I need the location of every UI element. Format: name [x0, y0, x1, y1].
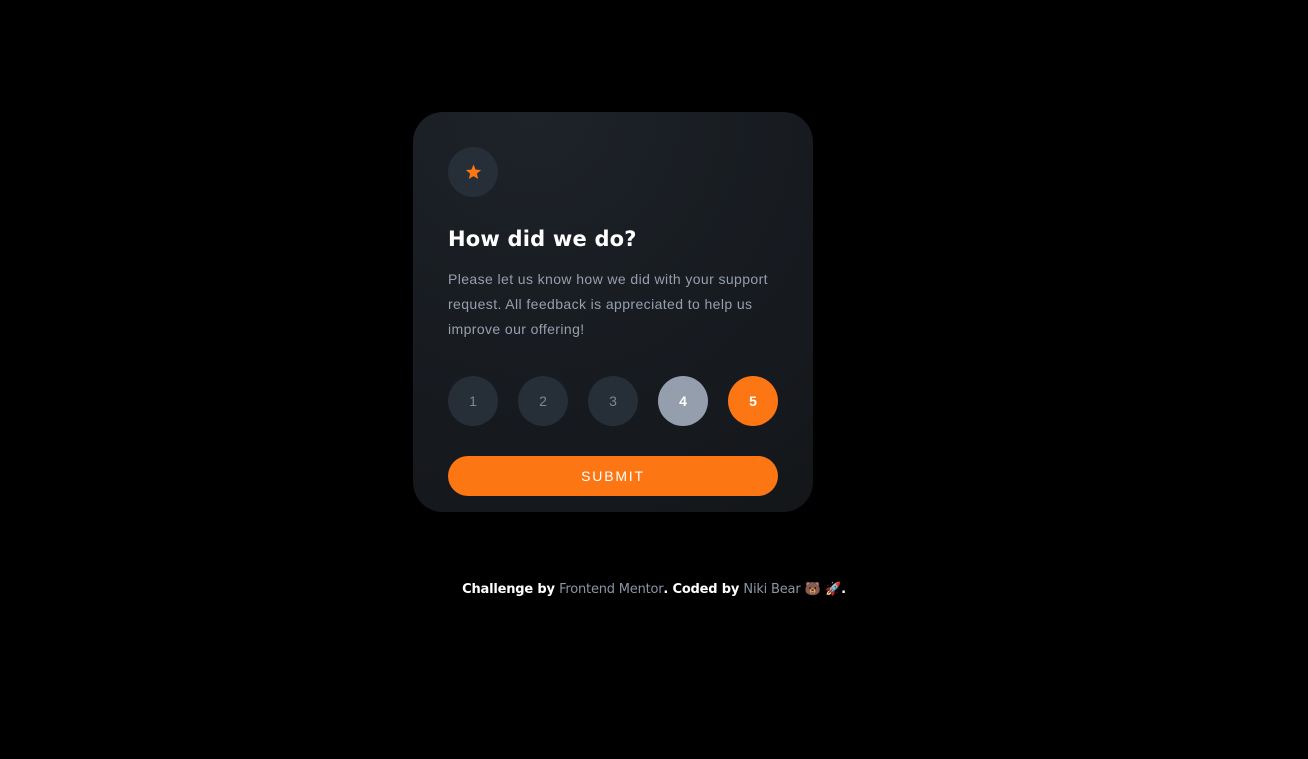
attribution: Challenge by Frontend Mentor. Coded by N…	[0, 582, 1308, 597]
rating-button-3[interactable]: 3	[588, 376, 638, 426]
attribution-emoji: 🐻 🚀	[800, 582, 842, 597]
attribution-prefix: Challenge by	[462, 582, 560, 597]
card-title: How did we do?	[448, 227, 637, 251]
page: How did we do? Please let us know how we…	[0, 0, 1308, 759]
submit-button[interactable]: SUBMIT	[448, 456, 778, 496]
card-description: Please let us know how we did with your …	[448, 271, 768, 337]
attribution-middle: . Coded by	[663, 582, 744, 597]
rating-button-5[interactable]: 5	[728, 376, 778, 426]
attribution-suffix: .	[841, 582, 846, 597]
rating-button-2[interactable]: 2	[518, 376, 568, 426]
rating-options: 1 2 3 4 5	[448, 376, 778, 426]
star-icon	[465, 164, 481, 179]
rating-button-1[interactable]: 1	[448, 376, 498, 426]
rating-button-4[interactable]: 4	[658, 376, 708, 426]
rating-card: How did we do? Please let us know how we…	[413, 112, 813, 512]
star-badge	[448, 147, 498, 197]
frontend-mentor-link[interactable]: Frontend Mentor	[559, 582, 664, 597]
author-link[interactable]: Niki Bear	[743, 582, 800, 597]
